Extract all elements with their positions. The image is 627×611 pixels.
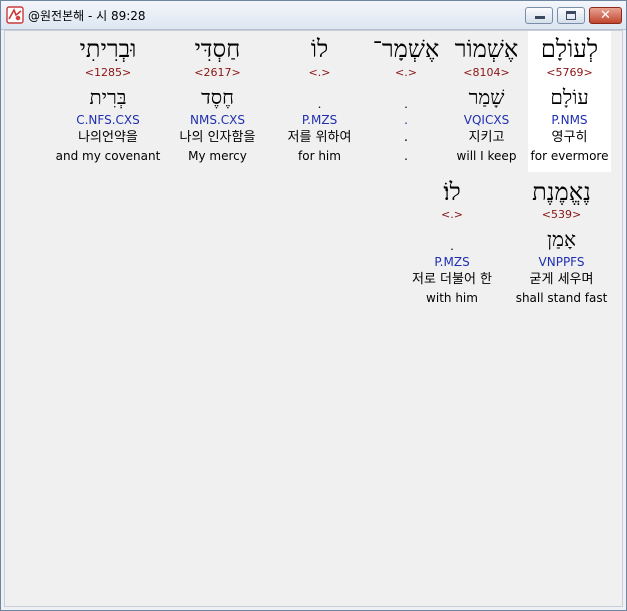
hebrew-word: לְעוֹלָם bbox=[540, 35, 599, 63]
english-gloss: with him bbox=[426, 291, 478, 305]
korean-gloss: 저를 위하여 bbox=[287, 130, 352, 145]
korean-gloss: 지키고 bbox=[468, 130, 505, 145]
english-gloss: and my covenant bbox=[55, 149, 161, 163]
strong-number[interactable]: <2617> bbox=[163, 66, 272, 80]
english-gloss: for evermore bbox=[530, 149, 609, 163]
english-gloss: My mercy bbox=[188, 149, 247, 163]
english-gloss: . bbox=[404, 149, 408, 163]
close-icon: ✕ bbox=[600, 8, 611, 23]
word-column[interactable]: לְעוֹלָם <5769> עוֹלָם P.NMS 영구히 for eve… bbox=[528, 31, 611, 172]
interlinear-panel[interactable]: לְעוֹלָם <5769> עוֹלָם P.NMS 영구히 for eve… bbox=[4, 30, 623, 607]
minimize-button[interactable] bbox=[525, 7, 553, 24]
root-word: בְּרִית bbox=[89, 85, 127, 109]
word-column[interactable]: אֶשְׁמוֹר <8104> שָׁמַר VQICXS 지키고 will … bbox=[445, 31, 528, 172]
morphology-code[interactable]: VNPPFS bbox=[512, 255, 611, 269]
morphology-code[interactable]: C.NFS.CXS bbox=[53, 113, 163, 127]
hebrew-word: לוֹ bbox=[310, 35, 329, 63]
morphology-code[interactable]: VQICXS bbox=[445, 113, 528, 127]
korean-gloss: 저로 더불어 한 bbox=[411, 272, 493, 287]
morphology-code[interactable]: P.MZS bbox=[272, 113, 367, 127]
korean-gloss: 굳게 세우며 bbox=[529, 272, 594, 287]
root-word: עוֹלָם bbox=[550, 85, 589, 109]
strong-number[interactable]: <.> bbox=[398, 208, 506, 222]
strong-number[interactable]: <.> bbox=[367, 66, 445, 80]
word-column[interactable]: וּבְרִיתִי <1285> בְּרִית C.NFS.CXS 나의언약… bbox=[53, 31, 163, 172]
strong-number[interactable]: <8104> bbox=[445, 66, 528, 80]
strong-number[interactable]: <5769> bbox=[528, 66, 611, 80]
hebrew-word: אֶשְׁמָר־ bbox=[372, 35, 440, 63]
app-window: @원전본해 - 시 89:28 ✕ לְעוֹלָם <5769> עוֹלָם… bbox=[0, 0, 627, 611]
word-column[interactable]: לוֹ <.> ׅ P.MZS 저를 위하여 for him bbox=[272, 31, 367, 172]
word-column[interactable]: אֶשְׁמָר־ <.> ׅ . . . bbox=[367, 31, 445, 172]
hebrew-word: נֶאֱמֶנֶת bbox=[532, 178, 591, 206]
maximize-button[interactable] bbox=[557, 7, 585, 24]
english-gloss: for him bbox=[298, 149, 341, 163]
title-bar[interactable]: @원전본해 - 시 89:28 ✕ bbox=[1, 1, 626, 30]
morphology-code[interactable]: P.MZS bbox=[398, 255, 506, 269]
hebrew-word: וּבְרִיתִי bbox=[79, 35, 137, 63]
english-gloss: shall stand fast bbox=[515, 291, 608, 305]
word-column[interactable]: לוֹ׃ <.> ׅ P.MZS 저로 더불어 한 with him bbox=[398, 172, 506, 313]
korean-gloss: 나의언약을 bbox=[78, 130, 138, 145]
english-gloss: will I keep bbox=[456, 149, 517, 163]
root-word: חֶסֶד bbox=[201, 85, 234, 109]
word-column[interactable]: נֶאֱמֶנֶת <539> אָמַן VNPPFS 굳게 세우며 shal… bbox=[512, 172, 611, 313]
app-icon[interactable] bbox=[6, 6, 24, 24]
korean-gloss: . bbox=[403, 130, 409, 145]
morphology-code[interactable]: NMS.CXS bbox=[163, 113, 272, 127]
root-word: שָׁמַר bbox=[468, 85, 505, 109]
strong-number[interactable]: <1285> bbox=[53, 66, 163, 80]
korean-gloss: 영구히 bbox=[551, 130, 588, 145]
morphology-code[interactable]: . bbox=[367, 113, 445, 127]
strong-number[interactable]: <539> bbox=[512, 208, 611, 222]
hebrew-word: אֶשְׁמוֹר bbox=[454, 35, 519, 63]
root-word: ׅ bbox=[398, 225, 506, 253]
korean-gloss: 나의 인자함을 bbox=[179, 130, 256, 145]
close-button[interactable]: ✕ bbox=[589, 7, 622, 24]
word-column[interactable]: חַסְדִּי <2617> חֶסֶד NMS.CXS 나의 인자함을 My… bbox=[163, 31, 272, 172]
root-word: ׅ bbox=[367, 83, 445, 111]
hebrew-word: חַסְדִּי bbox=[194, 35, 241, 63]
morphology-code[interactable]: P.NMS bbox=[528, 113, 611, 127]
root-word: אָמַן bbox=[547, 227, 576, 251]
hebrew-word: לוֹ׃ bbox=[443, 178, 461, 206]
strong-number[interactable]: <.> bbox=[272, 66, 367, 80]
maximize-icon bbox=[566, 11, 576, 20]
window-title: @원전본해 - 시 89:28 bbox=[28, 9, 146, 23]
root-word: ׅ bbox=[272, 83, 367, 111]
minimize-icon bbox=[535, 16, 545, 19]
